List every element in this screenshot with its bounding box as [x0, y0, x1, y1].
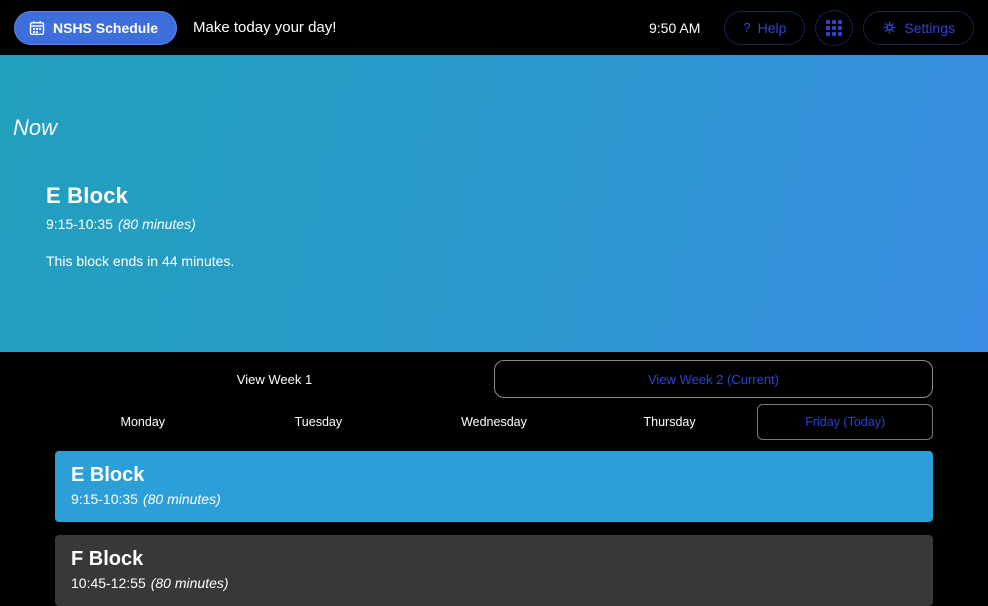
current-block-time-range: 9:15-10:35 [46, 216, 113, 232]
block-name: E Block [71, 464, 145, 486]
settings-button[interactable]: Settings [863, 10, 974, 45]
tagline: Make today your day! [193, 19, 337, 36]
day-selector: Monday Tuesday Wednesday Thursday Friday… [55, 404, 933, 440]
tab-thursday[interactable]: Thursday [582, 404, 758, 440]
tab-view-week-1[interactable]: View Week 1 [55, 360, 494, 398]
block-row-f: F Block 10:45-12:55 (80 minutes) [55, 535, 933, 606]
block-time-range: 10:45-12:55 [71, 575, 146, 591]
apps-grid-button[interactable] [815, 9, 854, 46]
week-selector: View Week 1 View Week 2 (Current) [55, 360, 933, 398]
header-bar: NSHS Schedule Make today your day! 9:50 … [0, 0, 988, 55]
now-section: Now E Block 9:15-10:35 (80 minutes) This … [0, 55, 988, 352]
help-button[interactable]: ? Help [724, 10, 806, 45]
block-duration: (80 minutes) [142, 491, 221, 507]
current-block-name: E Block [46, 183, 129, 208]
tab-monday[interactable]: Monday [55, 404, 231, 440]
current-block-info: E Block 9:15-10:35 (80 minutes) This bloc… [46, 183, 234, 269]
now-section-label: Now [13, 115, 58, 140]
current-block-time: 9:15-10:35 (80 minutes) [46, 216, 234, 232]
app-home-button[interactable]: NSHS Schedule [14, 10, 178, 45]
block-duration: (80 minutes) [150, 575, 229, 591]
block-row-e: E Block 9:15-10:35 (80 minutes) [55, 451, 933, 522]
current-block-duration: (80 minutes) [117, 216, 196, 232]
block-time: 9:15-10:35 (80 minutes) [71, 491, 917, 507]
question-mark-icon: ? [743, 20, 751, 35]
settings-button-label: Settings [904, 19, 955, 36]
block-list: E Block 9:15-10:35 (80 minutes) F Block 1… [55, 451, 933, 606]
gear-icon [882, 20, 897, 35]
grid-icon [826, 19, 843, 36]
current-block-status: This block ends in 44 minutes. [46, 253, 235, 269]
tab-wednesday[interactable]: Wednesday [406, 404, 582, 440]
tab-tuesday[interactable]: Tuesday [231, 404, 407, 440]
block-name: F Block [71, 548, 144, 570]
tab-view-week-2-current[interactable]: View Week 2 (Current) [494, 360, 933, 398]
block-time-range: 9:15-10:35 [71, 491, 138, 507]
tab-friday-today[interactable]: Friday (Today) [757, 404, 933, 440]
calendar-icon [29, 20, 45, 36]
app-home-button-label: NSHS Schedule [53, 19, 159, 36]
block-time: 10:45-12:55 (80 minutes) [71, 575, 917, 591]
clock-time: 9:50 AM [649, 19, 701, 36]
schedule-section: View Week 1 View Week 2 (Current) Monday… [0, 352, 988, 606]
help-button-label: Help [757, 19, 787, 36]
